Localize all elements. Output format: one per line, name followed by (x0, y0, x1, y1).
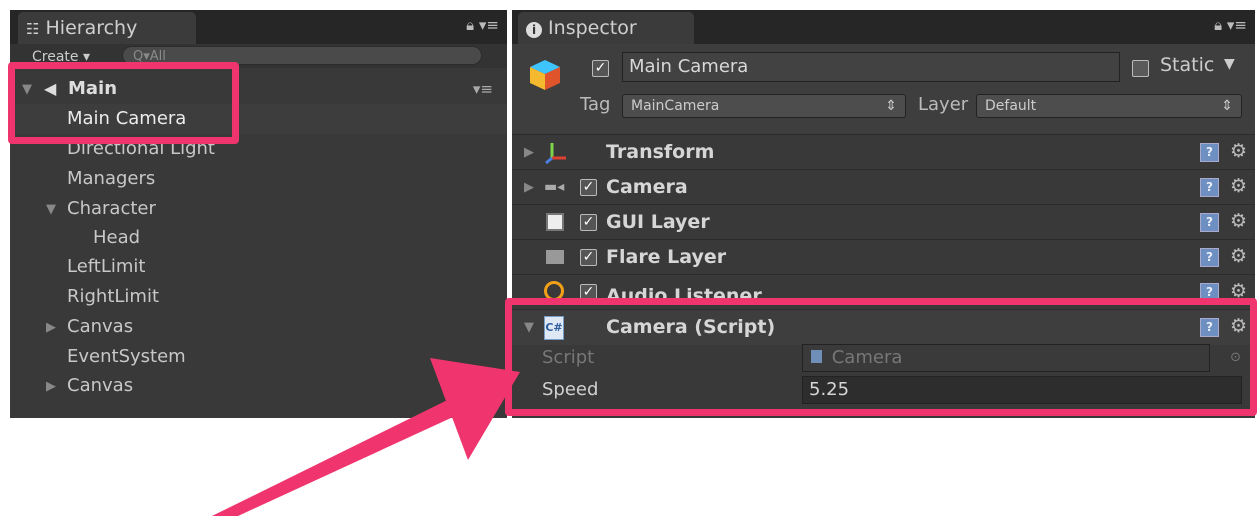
annotation-arrow (212, 358, 520, 516)
